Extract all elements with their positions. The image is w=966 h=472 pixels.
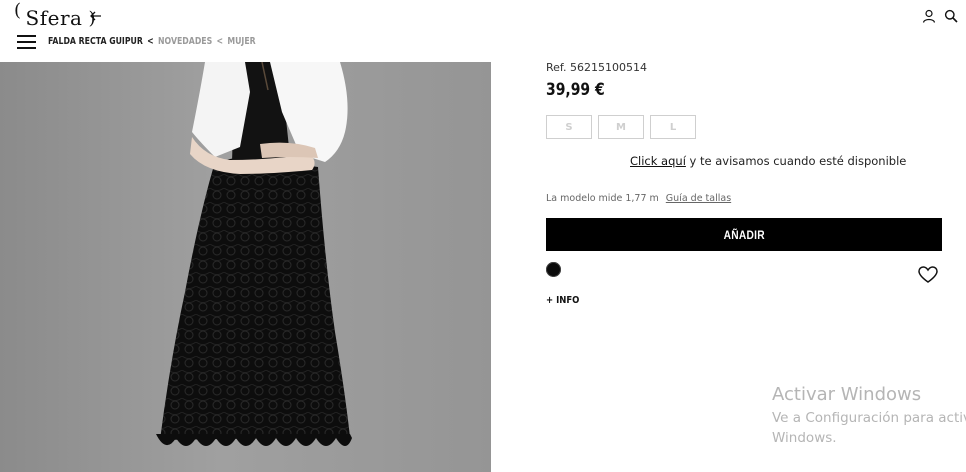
windows-activation-watermark: Activar Windows Ve a Configuración para … bbox=[772, 384, 966, 448]
breadcrumb-separator: < bbox=[147, 36, 154, 47]
logo-paren-left: ( bbox=[14, 0, 22, 21]
model-info: La modelo mide 1,77 m Guía de tallas bbox=[546, 193, 731, 204]
watermark-title: Activar Windows bbox=[772, 384, 922, 405]
model-height-text: La modelo mide 1,77 m bbox=[546, 193, 659, 204]
size-selector: S M L bbox=[546, 115, 696, 139]
stock-notify-message: Click aquí y te avisamos cuando esté dis… bbox=[630, 154, 906, 168]
breadcrumb-link-mujer[interactable]: MUJER bbox=[227, 36, 255, 47]
watermark-line-2: Ve a Configuración para activ bbox=[772, 410, 966, 426]
search-icon[interactable] bbox=[944, 9, 958, 23]
header-actions bbox=[922, 9, 958, 23]
notify-me-link[interactable]: Click aquí bbox=[630, 154, 686, 168]
product-reference: Ref. 56215100514 bbox=[546, 61, 647, 74]
arrow-left-icon[interactable] bbox=[89, 9, 103, 23]
heart-icon[interactable] bbox=[918, 266, 938, 284]
color-swatch-black[interactable] bbox=[546, 262, 561, 277]
product-image[interactable] bbox=[0, 62, 491, 472]
more-info-toggle[interactable]: + INFO bbox=[546, 295, 579, 306]
product-photo-illustration bbox=[0, 62, 491, 472]
size-option-l[interactable]: L bbox=[650, 115, 696, 139]
breadcrumb-separator: < bbox=[216, 36, 224, 47]
size-option-m[interactable]: M bbox=[598, 115, 644, 139]
add-to-cart-button[interactable]: AÑADIR bbox=[546, 218, 942, 251]
site-header: ( Sfera ) FALDA RECTA GUIPUR < NOVEDADES… bbox=[0, 0, 966, 60]
notify-text: y te avisamos cuando esté disponible bbox=[685, 154, 907, 168]
user-icon[interactable] bbox=[922, 9, 936, 23]
breadcrumb: FALDA RECTA GUIPUR < NOVEDADES < MUJER bbox=[48, 36, 256, 47]
watermark-line-3: Windows. bbox=[772, 430, 837, 446]
size-guide-link[interactable]: Guía de tallas bbox=[666, 193, 731, 204]
hamburger-menu-icon[interactable] bbox=[17, 35, 36, 49]
add-to-cart-label: AÑADIR bbox=[723, 227, 765, 242]
size-option-s[interactable]: S bbox=[546, 115, 592, 139]
product-price: 39,99 € bbox=[546, 80, 605, 100]
logo-text: Sfera bbox=[25, 6, 83, 30]
breadcrumb-current: FALDA RECTA GUIPUR bbox=[48, 36, 143, 47]
sfera-logo[interactable]: ( Sfera ) bbox=[14, 0, 96, 30]
breadcrumb-link-novedades[interactable]: NOVEDADES bbox=[158, 36, 212, 47]
